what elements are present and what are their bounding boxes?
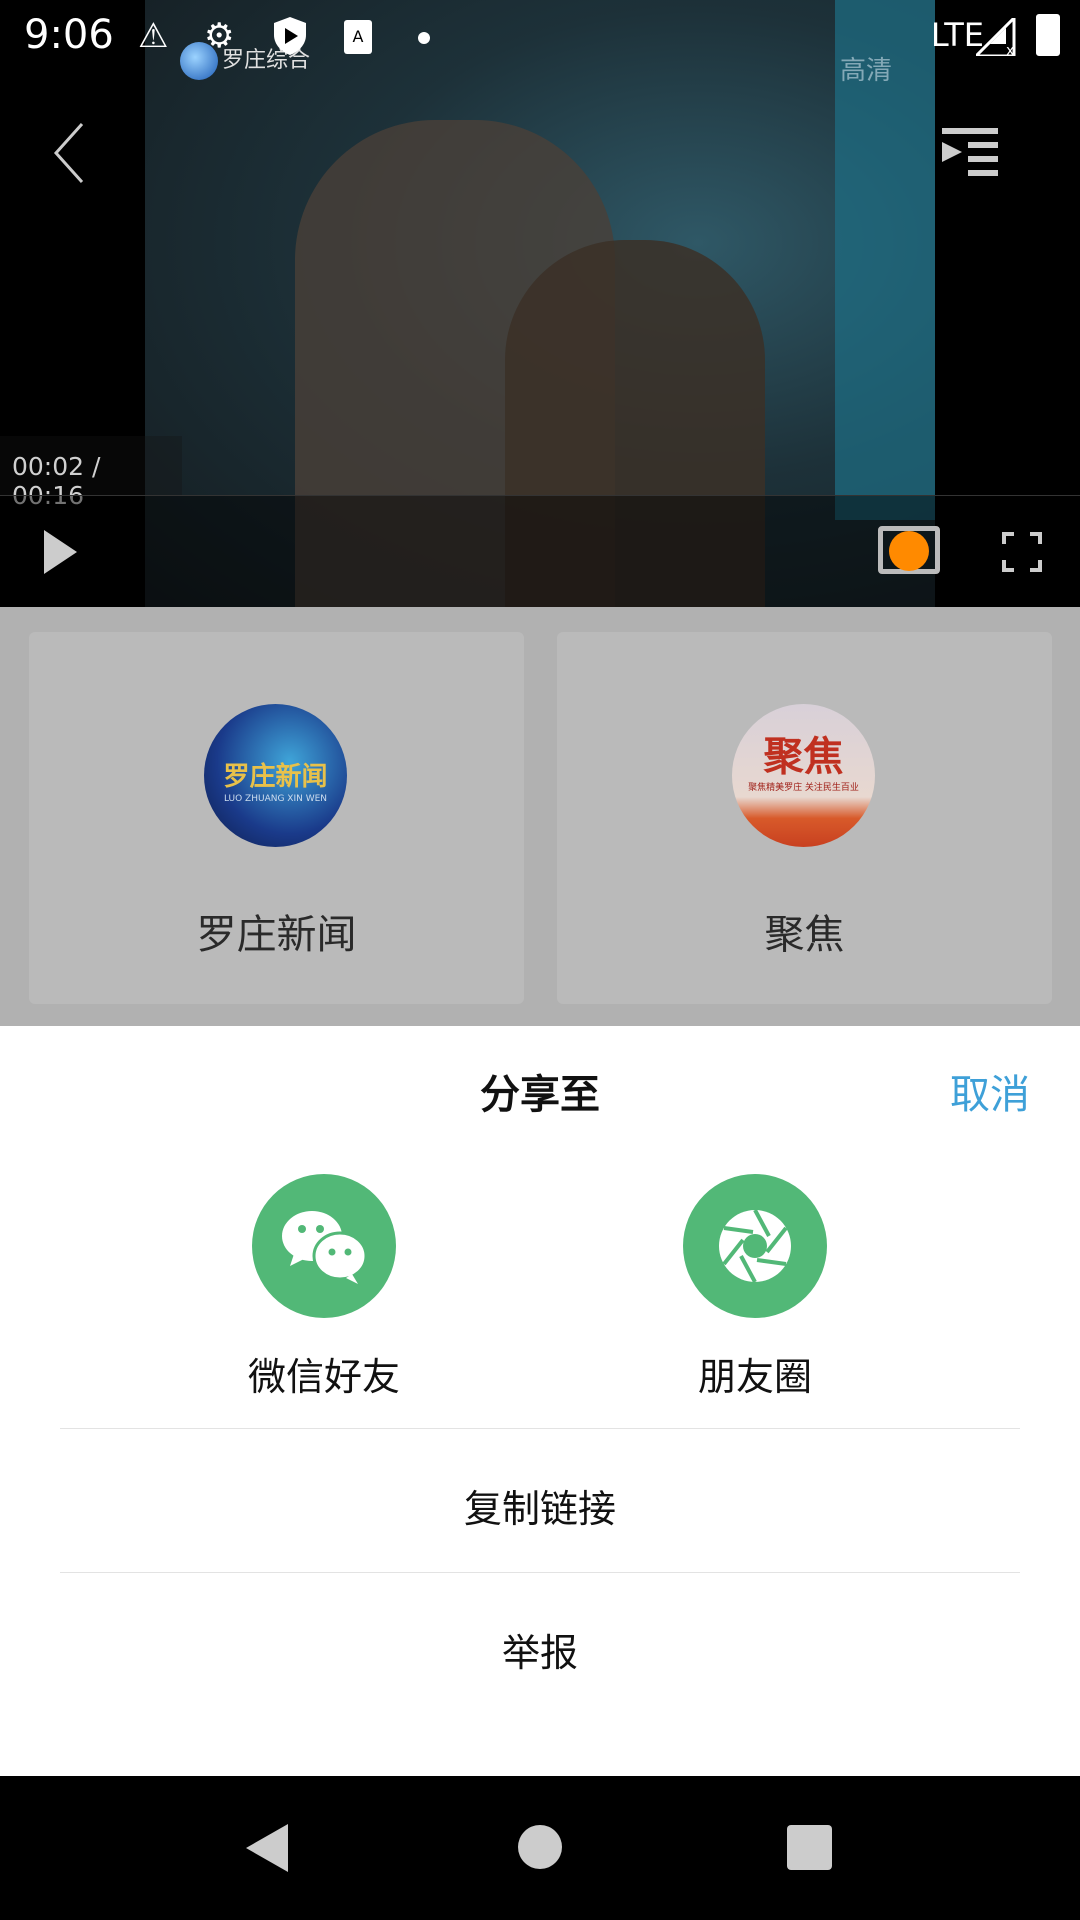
program-logo-subtext: LUO ZHUANG XIN WEN [223, 794, 328, 804]
moments-icon [683, 1174, 827, 1318]
program-logo: 聚焦 聚焦精美罗庄 关注民生百业 [732, 704, 875, 847]
settings-icon: ⚙ [204, 16, 235, 56]
program-logo-text: 罗庄新闻 [223, 762, 328, 792]
divider [60, 1428, 1020, 1429]
nav-recents-icon[interactable] [787, 1825, 832, 1870]
share-wechat-friends[interactable]: 微信好友 [204, 1174, 444, 1401]
copy-link-button[interactable]: 复制链接 [0, 1478, 1080, 1533]
svg-text:A: A [353, 27, 364, 46]
share-label: 微信好友 [247, 1355, 400, 1399]
status-time: 9:06 [24, 12, 114, 58]
back-icon[interactable] [50, 118, 100, 188]
program-label: 聚焦 [764, 912, 845, 958]
divider [60, 1572, 1020, 1573]
signal-icon: x [976, 18, 1016, 56]
playlist-icon[interactable] [940, 128, 998, 176]
program-grid: 罗庄新闻 LUO ZHUANG XIN WEN 罗庄新闻 聚焦 聚焦精美罗庄 关… [0, 607, 1080, 1026]
program-card[interactable]: 罗庄新闻 LUO ZHUANG XIN WEN 罗庄新闻 [29, 632, 524, 1004]
share-title: 分享至 [480, 1072, 600, 1118]
wechat-icon [252, 1174, 396, 1318]
play-icon[interactable] [44, 530, 77, 574]
program-card[interactable]: 聚焦 聚焦精美罗庄 关注民生百业 聚焦 [557, 632, 1052, 1004]
status-bar: 9:06 ⚠ ⚙ A LTE x [0, 0, 1080, 72]
battery-icon [1036, 14, 1060, 56]
share-moments[interactable]: 朋友圈 [635, 1174, 875, 1401]
report-button[interactable]: 举报 [0, 1622, 1080, 1677]
program-logo-text: 聚焦 [763, 734, 844, 780]
fullscreen-icon[interactable] [1002, 532, 1042, 572]
font-icon: A [344, 20, 372, 54]
navigation-bar [0, 1776, 1080, 1920]
nav-back-icon[interactable] [244, 1822, 290, 1874]
program-logo-subtext: 聚焦精美罗庄 关注民生百业 [748, 783, 859, 793]
program-label: 罗庄新闻 [196, 912, 357, 958]
dot-icon [418, 32, 430, 44]
cancel-button[interactable]: 取消 [950, 1062, 1030, 1120]
share-label: 朋友圈 [697, 1355, 812, 1399]
nav-home-icon[interactable] [518, 1825, 562, 1869]
cast-icon[interactable] [878, 526, 940, 574]
svg-text:x: x [1006, 43, 1014, 56]
video-player[interactable]: 罗庄综合 高清 00:02 / 00:16 [0, 0, 1080, 607]
shield-play-icon [274, 17, 306, 55]
cast-indicator [889, 531, 929, 571]
time-display: 00:02 / 00:16 [0, 436, 182, 510]
warning-icon: ⚠ [138, 16, 169, 56]
program-logo: 罗庄新闻 LUO ZHUANG XIN WEN [204, 704, 347, 847]
share-sheet: 分享至 取消 微信好友 朋友圈 复制链接 举报 [0, 1026, 1080, 1776]
